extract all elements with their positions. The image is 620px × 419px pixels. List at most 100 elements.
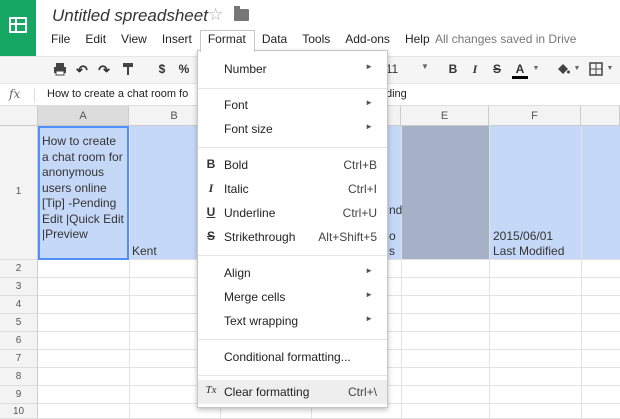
format-text-wrapping-item[interactable]: Text wrapping ► xyxy=(198,309,387,333)
grid-corner[interactable] xyxy=(0,106,38,126)
menu-separator xyxy=(198,255,387,256)
font-size-dropdown-icon[interactable]: ▼ xyxy=(420,62,430,78)
menu-insert[interactable]: Insert xyxy=(155,30,200,50)
menu-addons[interactable]: Add-ons xyxy=(338,30,398,50)
cell-d1-text-c[interactable]: s xyxy=(389,244,395,258)
format-clear-formatting-item[interactable]: Tx Clear formatting Ctrl+\ xyxy=(198,380,387,404)
menu-edit[interactable]: Edit xyxy=(78,30,114,50)
text-color-button[interactable]: A xyxy=(512,62,528,79)
menu-item-label: Font xyxy=(224,98,249,112)
sheets-logo[interactable] xyxy=(0,0,36,56)
formula-input[interactable]: How to create a chat room fo xyxy=(47,88,197,100)
menu-tools[interactable]: Tools xyxy=(295,30,338,50)
format-underline-item[interactable]: U Underline Ctrl+U xyxy=(198,201,387,225)
menu-bar: File Edit View Insert Format Data Tools … xyxy=(44,30,438,52)
text-color-dropdown-icon[interactable]: ▼ xyxy=(532,65,540,81)
menu-item-label: Italic xyxy=(224,182,249,196)
fx-icon: fx xyxy=(9,87,21,101)
formula-input-tail[interactable]: ding xyxy=(386,88,407,100)
menu-format[interactable]: Format xyxy=(199,30,255,52)
menu-item-shortcut: Ctrl+U xyxy=(342,206,377,220)
submenu-arrow-icon: ► xyxy=(365,290,373,299)
column-header-f[interactable]: F xyxy=(489,106,581,126)
format-font-size-item[interactable]: Font size ► xyxy=(198,117,387,141)
submenu-arrow-icon: ► xyxy=(365,98,373,107)
row-header-1[interactable]: 1 xyxy=(0,126,38,260)
cell-d1-text-b[interactable]: o xyxy=(389,229,396,243)
undo-icon[interactable]: ↶ xyxy=(74,62,90,78)
format-merge-cells-item[interactable]: Merge cells ► xyxy=(198,285,387,309)
menu-item-label: Align xyxy=(224,266,251,280)
format-bold-item[interactable]: B Bold Ctrl+B xyxy=(198,153,387,177)
cell-f1-date[interactable]: 2015/06/01 xyxy=(493,229,553,243)
menu-separator xyxy=(198,375,387,376)
submenu-arrow-icon: ► xyxy=(365,266,373,275)
row-header-10[interactable]: 10 xyxy=(0,404,38,419)
menu-item-label: Font size xyxy=(224,122,273,136)
menu-item-shortcut: Ctrl+B xyxy=(343,158,377,172)
submenu-arrow-icon: ► xyxy=(365,62,373,71)
document-title[interactable]: Untitled spreadsheet xyxy=(52,6,208,26)
underline-icon: U xyxy=(206,205,216,219)
format-italic-item[interactable]: I Italic Ctrl+I xyxy=(198,177,387,201)
row-header-8[interactable]: 8 xyxy=(0,368,38,386)
menu-item-label: Underline xyxy=(224,206,276,220)
cell-f1-label[interactable]: Last Modified xyxy=(493,244,564,258)
menu-separator xyxy=(198,339,387,340)
menu-help[interactable]: Help xyxy=(398,30,438,50)
row-header-5[interactable]: 5 xyxy=(0,314,38,332)
column-header-e[interactable]: E xyxy=(401,106,489,126)
format-align-item[interactable]: Align ► xyxy=(198,261,387,285)
paint-format-icon[interactable] xyxy=(120,62,136,78)
cell-a1-selected[interactable]: How to create a chat room for anonymous … xyxy=(38,126,129,260)
formula-divider xyxy=(34,88,35,102)
format-conditional-formatting-item[interactable]: Conditional formatting... xyxy=(198,345,387,369)
folder-icon[interactable] xyxy=(234,6,249,21)
menu-item-label: Number xyxy=(224,62,267,76)
sheets-logo-icon xyxy=(9,17,27,33)
italic-button[interactable]: I xyxy=(468,62,482,78)
format-strikethrough-item[interactable]: S Strikethrough Alt+Shift+5 xyxy=(198,225,387,249)
menu-item-label: Bold xyxy=(224,158,249,172)
menu-data[interactable]: Data xyxy=(255,30,295,50)
menu-file[interactable]: File xyxy=(44,30,78,50)
redo-icon[interactable]: ↷ xyxy=(96,62,112,78)
menu-separator xyxy=(198,88,387,89)
currency-format-button[interactable]: $ xyxy=(155,62,169,78)
column-header-a[interactable]: A xyxy=(38,106,129,126)
title-bar: Untitled spreadsheet ☆ File Edit View In… xyxy=(0,0,620,56)
strikethrough-icon: S xyxy=(206,229,215,243)
format-number-item[interactable]: Number ► xyxy=(198,57,387,81)
percent-format-button[interactable]: % xyxy=(177,62,191,78)
clear-formatting-icon: Tx xyxy=(205,384,217,396)
menu-item-shortcut: Ctrl+I xyxy=(347,182,377,196)
column-header-g[interactable] xyxy=(581,106,620,126)
row-header-4[interactable]: 4 xyxy=(0,296,38,314)
format-font-item[interactable]: Font ► xyxy=(198,93,387,117)
row-header-3[interactable]: 3 xyxy=(0,278,38,296)
menu-view[interactable]: View xyxy=(114,30,155,50)
borders-icon[interactable] xyxy=(588,62,604,78)
star-icon[interactable]: ☆ xyxy=(208,5,223,25)
row-header-6[interactable]: 6 xyxy=(0,332,38,350)
menu-item-shortcut: Alt+Shift+5 xyxy=(318,230,377,244)
strikethrough-button[interactable]: S xyxy=(490,62,504,78)
bold-button[interactable]: B xyxy=(446,62,460,78)
borders-dropdown-icon[interactable]: ▼ xyxy=(606,65,614,81)
menu-item-label: Merge cells xyxy=(224,290,286,304)
row-header-7[interactable]: 7 xyxy=(0,350,38,368)
format-menu: Number ► Font ► Font size ► B Bold Ctrl+… xyxy=(197,50,388,408)
menu-item-label: Conditional formatting... xyxy=(224,350,351,364)
row-header-2[interactable]: 2 xyxy=(0,260,38,278)
menu-separator xyxy=(198,147,387,148)
bold-icon: B xyxy=(206,157,216,171)
print-icon[interactable] xyxy=(52,62,68,78)
row-header-9[interactable]: 9 xyxy=(0,386,38,404)
menu-item-shortcut: Ctrl+\ xyxy=(347,385,377,399)
cell-b1[interactable]: Kent xyxy=(132,244,157,258)
submenu-arrow-icon: ► xyxy=(365,122,373,131)
menu-item-label: Strikethrough xyxy=(224,230,296,244)
fill-color-dropdown-icon[interactable]: ▼ xyxy=(573,65,581,81)
cell-d1-text-a[interactable]: nd xyxy=(389,203,402,217)
fill-color-icon[interactable] xyxy=(555,62,571,78)
